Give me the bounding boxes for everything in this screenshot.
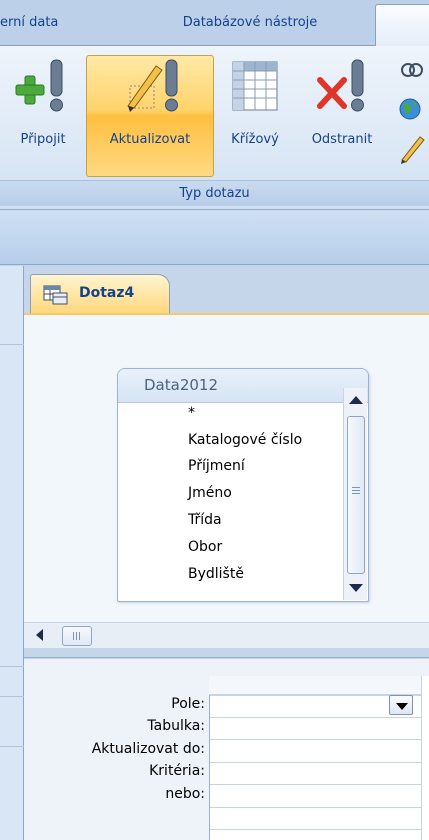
field-list: * Katalogové číslo Příjmení Jméno Třída … (118, 403, 343, 601)
scroll-grip (352, 487, 360, 488)
tab-design-active[interactable] (375, 4, 429, 47)
field-item[interactable]: Třída (188, 512, 222, 528)
field-item[interactable]: Obor (188, 539, 222, 555)
grid-row-label-field: Pole: (171, 696, 205, 712)
field-item[interactable]: * (188, 405, 195, 421)
field-item[interactable]: Jméno (188, 485, 232, 501)
append-query-button[interactable]: Připojit (0, 56, 86, 176)
scroll-down-arrow-icon[interactable] (349, 584, 363, 592)
grid-line (210, 807, 429, 808)
append-icon (15, 59, 63, 112)
update-query-label: Aktualizovat (109, 132, 191, 147)
field-item[interactable]: Bydliště (188, 566, 244, 582)
ribbon: Připojit Aktualizovat Křížový Odstranit … (0, 46, 429, 210)
nav-divider (0, 696, 24, 697)
tab-database-tools[interactable]: Databázové nástroje (128, 0, 372, 46)
delete-query-button[interactable]: Odstranit (294, 56, 390, 176)
union-icon[interactable] (398, 56, 428, 86)
grid-line (210, 762, 429, 763)
data-definition-pencil-icon[interactable] (398, 134, 428, 164)
scroll-grip (76, 632, 77, 640)
nav-divider (0, 344, 24, 345)
tab-external-data[interactable]: erní data (0, 0, 112, 46)
design-horizontal-scrollbar[interactable] (24, 622, 429, 648)
grid-line (210, 784, 429, 785)
grid-row-label-or: nebo: (165, 786, 205, 802)
scroll-thumb[interactable] (347, 416, 365, 574)
scroll-grip (352, 493, 360, 494)
crosstab-query-button[interactable]: Křížový (216, 56, 294, 176)
crosstab-grid-icon (232, 61, 278, 111)
field-dropdown-button[interactable] (389, 695, 413, 715)
navigation-pane-strip[interactable] (0, 266, 24, 840)
append-query-label: Připojit (20, 132, 66, 147)
toolbar-strip (0, 211, 429, 265)
chevron-down-icon (396, 703, 408, 710)
field-item[interactable]: Příjmení (188, 458, 245, 474)
grid-line (210, 829, 429, 830)
ribbon-side-icons (396, 56, 429, 176)
crosstab-query-label: Křížový (231, 132, 279, 147)
grid-column-2[interactable] (421, 676, 429, 840)
pane-splitter[interactable] (24, 648, 429, 658)
scroll-grip (73, 632, 74, 640)
grid-row-label-table: Tabulka: (147, 718, 205, 734)
grid-line (210, 717, 429, 718)
query-icon (43, 285, 68, 305)
table-title-bar[interactable]: Data2012 (118, 369, 368, 403)
delete-query-label: Odstranit (311, 132, 373, 147)
table-field-list[interactable]: Data2012 * Katalogové číslo Příjmení Jmé… (117, 368, 369, 602)
document-tab-label: Dotaz4 (79, 285, 135, 301)
scroll-grip (79, 632, 80, 640)
grid-row-label-update-to: Aktualizovat do: (91, 741, 205, 757)
horizontal-scroll-thumb[interactable] (62, 626, 92, 646)
field-item[interactable]: Katalogové číslo (188, 432, 302, 448)
scroll-up-arrow-icon[interactable] (349, 396, 363, 404)
grid-column-selector[interactable] (209, 676, 429, 695)
scroll-grip (352, 490, 360, 491)
table-title: Data2012 (144, 376, 218, 394)
nav-divider (0, 666, 24, 667)
scroll-left-arrow-icon[interactable] (36, 629, 43, 641)
ribbon-group-label: Typ dotazu (0, 180, 429, 206)
nav-divider (0, 746, 24, 747)
ribbon-tabs: erní data Databázové nástroje (0, 0, 429, 47)
update-query-button[interactable]: Aktualizovat (86, 55, 214, 177)
pass-through-globe-icon[interactable] (398, 94, 428, 124)
delete-x-icon (317, 59, 364, 112)
update-pencil-icon (127, 59, 178, 112)
grid-line (210, 739, 429, 740)
grid-row-label-criteria: Kritéria: (149, 763, 205, 779)
document-tab-bar: Dotaz4 (24, 266, 429, 315)
field-list-scrollbar[interactable] (343, 388, 367, 600)
document-tab-dotaz4[interactable]: Dotaz4 (30, 274, 170, 315)
